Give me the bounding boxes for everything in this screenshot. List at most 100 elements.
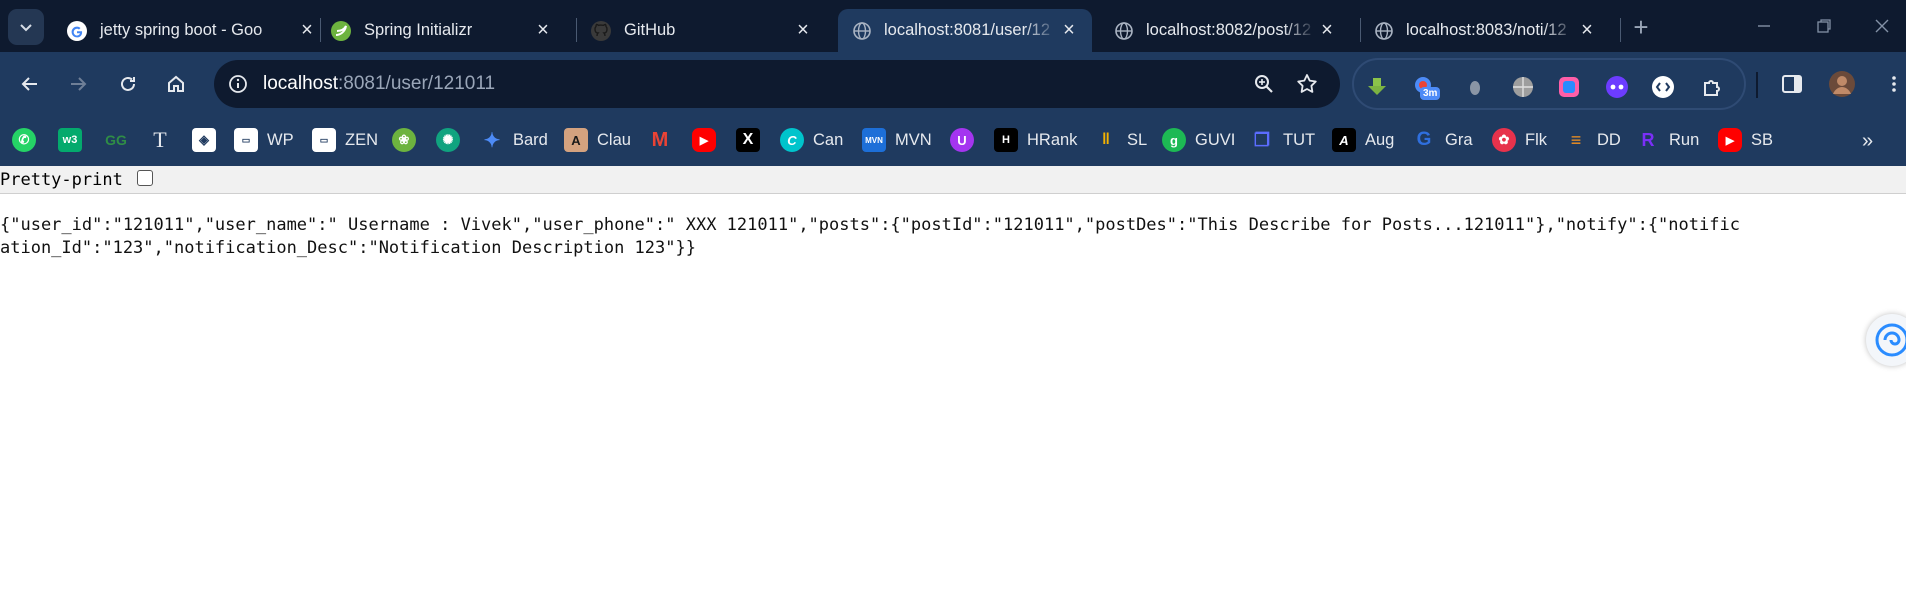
zoom-button[interactable] [1252, 72, 1276, 96]
json-response-text: {"user_id":"121011","user_name":" Userna… [0, 215, 1740, 258]
sl-icon: ǁ [1102, 131, 1110, 148]
bookmark-wp[interactable]: ▭ WP [234, 127, 294, 153]
bookmark-chatgpt[interactable]: ✺ [436, 127, 460, 153]
geeksforgeeks-icon: GG [105, 132, 127, 148]
bookmark-geeksforgeeks[interactable]: GG [104, 127, 128, 153]
bookmark-sl[interactable]: ǁ SL [1094, 127, 1147, 153]
close-icon[interactable]: × [1316, 19, 1338, 42]
tab-separator [1620, 18, 1621, 42]
bookmark-label: Run [1669, 130, 1700, 149]
close-icon[interactable]: × [792, 19, 814, 42]
bookmark-tut[interactable]: ❐ TUT [1250, 127, 1315, 153]
bookmarks-overflow-button[interactable]: » [1862, 130, 1873, 153]
url-path: :8081/user/121011 [338, 73, 496, 94]
code-extension-icon[interactable] [1650, 74, 1676, 100]
plus-icon: + [1633, 11, 1649, 42]
bookmark-aug[interactable]: A Aug [1332, 127, 1394, 153]
tab-localhost-8081[interactable]: localhost:8081/user/12 × [838, 9, 1092, 52]
close-icon[interactable]: × [1058, 19, 1080, 42]
bookmark-mvn[interactable]: MVN MVN [862, 127, 932, 153]
forward-button[interactable] [62, 68, 94, 100]
bookmark-hackerrank[interactable]: H HRank [994, 127, 1077, 153]
floating-assistant-button[interactable] [1866, 314, 1906, 366]
bookmark-claude[interactable]: A Clau [564, 127, 631, 153]
hackerrank-icon: H [994, 128, 1018, 152]
spring-icon: ❀ [392, 128, 416, 152]
tab-google-search[interactable]: jetty spring boot - Goo × [52, 9, 330, 52]
browser-menu-button[interactable] [1878, 68, 1906, 100]
site-info-icon[interactable] [228, 74, 248, 94]
reload-button[interactable] [112, 68, 144, 100]
close-icon[interactable]: × [296, 19, 318, 42]
dd-icon: ≡ [1570, 129, 1582, 150]
bookmark-label: MVN [895, 130, 932, 149]
bookmark-x[interactable]: X [736, 127, 760, 153]
bookmark-diamond[interactable]: ◈ [192, 127, 216, 153]
back-button[interactable] [14, 68, 46, 100]
globe-icon [1115, 21, 1133, 40]
bookmark-youtube[interactable]: ▶ [692, 127, 716, 153]
new-tab-button[interactable]: + [1626, 12, 1656, 42]
bookmark-sb[interactable]: ▶ SB [1718, 127, 1773, 153]
bookmark-label: Clau [597, 130, 631, 149]
tab-title: localhost:8083/noti/12 [1406, 21, 1567, 39]
bookmark-spring[interactable]: ❀ [392, 127, 416, 153]
bookmark-flk[interactable]: ✿ Flk [1492, 127, 1547, 153]
claude-icon: A [564, 128, 588, 152]
swirl-icon [1875, 323, 1906, 357]
puzzle-icon[interactable] [1700, 74, 1726, 100]
colorzilla-icon[interactable] [1556, 74, 1582, 100]
bookmark-udemy[interactable]: U [950, 127, 974, 153]
close-icon[interactable]: × [1576, 19, 1598, 42]
chevron-right-icon: » [1862, 130, 1874, 152]
tab-search-button[interactable] [8, 9, 44, 45]
bookmark-dd[interactable]: ≡ DD [1564, 127, 1621, 153]
bookmark-typewriter[interactable]: T [148, 127, 172, 153]
pretty-print-checkbox[interactable] [137, 170, 153, 186]
run-icon: R [1641, 129, 1655, 150]
bookmark-canva[interactable]: C Can [780, 127, 843, 153]
globe-extension-icon[interactable] [1510, 74, 1536, 100]
bookmark-w3schools[interactable]: w3 [58, 127, 82, 153]
robot-extension-icon[interactable] [1604, 74, 1630, 100]
bookmark-grammarly[interactable]: G Gra [1412, 127, 1473, 153]
aug-icon: A [1332, 128, 1356, 152]
bookmark-guvi[interactable]: g GUVI [1162, 127, 1235, 153]
bookmark-whatsapp[interactable]: ✆ [12, 127, 36, 153]
bookmark-run[interactable]: R Run [1636, 127, 1700, 153]
tab-spring-initializr[interactable]: Spring Initializr × [316, 9, 566, 52]
side-panel-button[interactable] [1776, 68, 1808, 100]
url-text[interactable]: localhost:8081/user/121011 [263, 73, 495, 95]
youtube-icon: ▶ [692, 128, 716, 152]
tab-title: Spring Initializr [364, 21, 473, 39]
extension-badge-icon[interactable]: 3m [1412, 74, 1441, 100]
close-window-button[interactable] [1862, 10, 1902, 42]
minimize-button[interactable] [1744, 10, 1784, 42]
home-button[interactable] [160, 68, 192, 100]
toolbar-separator [1756, 72, 1758, 98]
w3schools-icon: w3 [58, 128, 82, 152]
tab-github[interactable]: GitHub × [576, 9, 826, 52]
tab-localhost-8083[interactable]: localhost:8083/noti/12 × [1360, 9, 1610, 52]
bookmark-gmail[interactable]: M [648, 127, 672, 153]
close-icon[interactable]: × [532, 19, 554, 42]
bookmark-label: HRank [1027, 130, 1078, 149]
bookmark-zen[interactable]: ▭ ZEN [312, 127, 378, 153]
arrow-left-icon [21, 77, 37, 91]
tab-title: GitHub [624, 21, 676, 39]
bookmark-bard[interactable]: ✦ Bard [480, 127, 548, 153]
lamp-extension-icon[interactable] [1462, 74, 1488, 100]
gmail-icon: M [651, 128, 669, 151]
restore-icon [1817, 19, 1831, 33]
flaticon-icon: ✿ [1492, 128, 1516, 152]
bookmark-star-button[interactable] [1295, 72, 1319, 96]
bookmark-label: SB [1751, 130, 1774, 149]
restore-button[interactable] [1804, 10, 1844, 42]
tab-localhost-8082[interactable]: localhost:8082/post/12 × [1100, 9, 1350, 52]
mvn-icon: MVN [862, 128, 886, 152]
profile-avatar-button[interactable] [1826, 68, 1858, 100]
home-icon [168, 75, 184, 92]
address-bar[interactable]: localhost:8081/user/121011 [214, 60, 1340, 108]
download-extension-icon[interactable] [1364, 74, 1390, 100]
pretty-print-bar: Pretty-print [0, 166, 1906, 194]
